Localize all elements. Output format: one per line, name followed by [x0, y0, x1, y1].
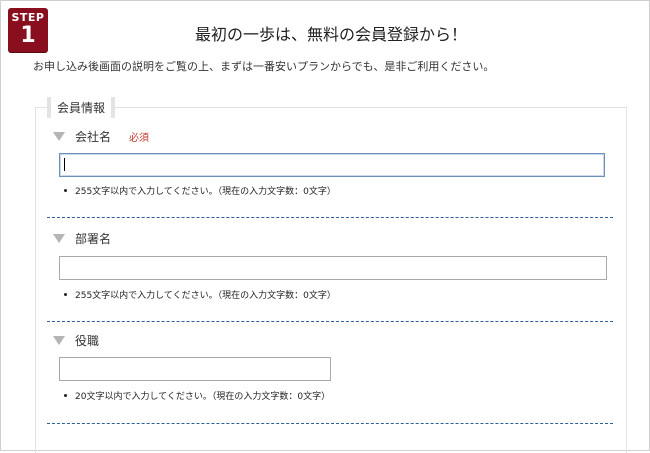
field-company-label: 会社名 [75, 129, 112, 144]
company-hint: 255文字以内で入力してください。（現在の入力文字数：0文字） [64, 184, 336, 197]
position-input[interactable] [59, 357, 331, 381]
field-company-head: 会社名 必須 [53, 128, 149, 144]
field-position-label: 役職 [75, 333, 100, 348]
field-separator [47, 217, 613, 218]
page-subtitle: お申し込み後画面の説明をご覧の上、まずは一番安いプランからでも、是非ご利用くださ… [33, 60, 495, 73]
triangle-icon [53, 131, 65, 141]
field-separator [47, 423, 613, 424]
position-hint: 20文字以内で入力してください。（現在の入力文字数：0文字） [63, 389, 330, 402]
triangle-icon [53, 233, 65, 243]
field-position-head: 役職 [53, 332, 99, 348]
page-title: 最初の一歩は、無料の会員登録から！ [194, 25, 467, 44]
company-input[interactable] [59, 153, 605, 177]
field-separator [47, 321, 613, 322]
department-hint: 255文字以内で入力してください。（現在の入力文字数：0文字） [64, 288, 336, 301]
section-legend: 会員情報 [47, 97, 116, 118]
page-frame: STEP 1 最初の一歩は、無料の会員登録から！ お申し込み後画面の説明をご覧の… [0, 0, 650, 453]
field-department-head: 部署名 [53, 230, 111, 246]
department-input[interactable] [59, 256, 607, 280]
triangle-icon [53, 335, 65, 345]
field-department-label: 部署名 [75, 231, 112, 246]
required-badge: 必須 [129, 132, 150, 144]
text-caret [64, 158, 65, 171]
